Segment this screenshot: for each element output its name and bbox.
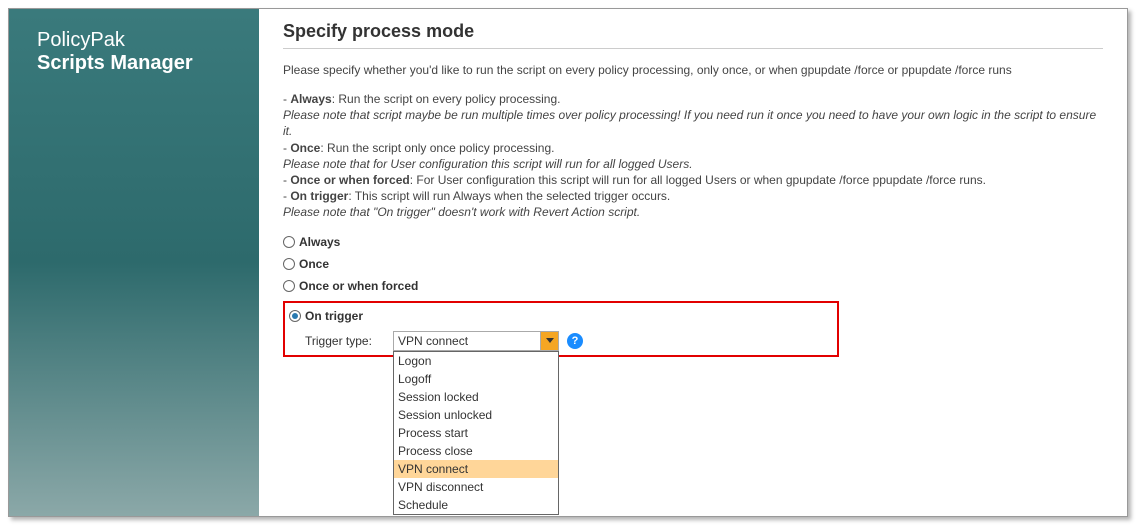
trigger-row: Trigger type: VPN connect ? LogonLogoffS… — [305, 331, 827, 351]
radio-option-once[interactable]: Once — [283, 257, 1103, 271]
radio-option-trigger[interactable]: On trigger — [289, 309, 827, 323]
desc-always-tail: : Run the script on every policy process… — [332, 92, 561, 106]
sidebar: PolicyPak Scripts Manager — [9, 9, 259, 516]
dropdown-item[interactable]: Session unlocked — [394, 406, 558, 424]
radio-option-always[interactable]: Always — [283, 235, 1103, 249]
trigger-dropdown-list: LogonLogoffSession lockedSession unlocke… — [393, 351, 559, 515]
trigger-dropdown-field[interactable]: VPN connect — [393, 331, 541, 351]
product-name-line2: Scripts Manager — [37, 51, 259, 75]
intro-text: Please specify whether you'd like to run… — [283, 63, 1103, 77]
radio-label-forced: Once or when forced — [299, 279, 418, 293]
radio-option-forced[interactable]: Once or when forced — [283, 279, 1103, 293]
desc-trigger-note: Please note that "On trigger" doesn't wo… — [283, 205, 640, 219]
trigger-dropdown[interactable]: VPN connect ? — [393, 331, 583, 351]
highlight-box: On trigger Trigger type: VPN connect ? L… — [283, 301, 839, 357]
dropdown-item[interactable]: Schedule — [394, 496, 558, 514]
radio-icon-selected — [289, 310, 301, 322]
trigger-type-label: Trigger type: — [305, 331, 393, 348]
desc-always-b: Always — [290, 92, 331, 106]
radio-icon — [283, 258, 295, 270]
desc-trigger-b: On trigger — [290, 189, 348, 203]
radio-group: Always Once Once or when forced On trigg… — [283, 235, 1103, 357]
desc-trigger-tail: : This script will run Always when the s… — [348, 189, 670, 203]
trigger-dropdown-button[interactable] — [541, 331, 559, 351]
dropdown-item[interactable]: VPN disconnect — [394, 478, 558, 496]
help-icon[interactable]: ? — [567, 333, 583, 349]
description-block: - Always: Run the script on every policy… — [283, 91, 1103, 221]
dropdown-item[interactable]: Logoff — [394, 370, 558, 388]
dropdown-item[interactable]: VPN connect — [394, 460, 558, 478]
separator — [283, 48, 1103, 49]
main-content: Specify process mode Please specify whet… — [259, 9, 1127, 516]
desc-forced-b: Once or when forced — [290, 173, 409, 187]
dropdown-item[interactable]: Process close — [394, 442, 558, 460]
radio-icon — [283, 280, 295, 292]
dialog-window: PolicyPak Scripts Manager Specify proces… — [8, 8, 1128, 517]
desc-forced-tail: : For User configuration this script wil… — [410, 173, 986, 187]
desc-once-b: Once — [290, 141, 320, 155]
desc-once-tail: : Run the script only once policy proces… — [320, 141, 554, 155]
radio-label-always: Always — [299, 235, 340, 249]
page-title: Specify process mode — [283, 21, 1103, 42]
radio-label-trigger: On trigger — [305, 309, 363, 323]
dropdown-item[interactable]: Logon — [394, 352, 558, 370]
radio-icon — [283, 236, 295, 248]
radio-label-once: Once — [299, 257, 329, 271]
chevron-down-icon — [546, 338, 554, 343]
dropdown-item[interactable]: Process start — [394, 424, 558, 442]
desc-always-note: Please note that script maybe be run mul… — [283, 108, 1096, 138]
product-name-line1: PolicyPak — [37, 29, 259, 51]
dropdown-item[interactable]: Session locked — [394, 388, 558, 406]
trigger-dropdown-wrap: VPN connect ? LogonLogoffSession lockedS… — [393, 331, 583, 351]
desc-once-note: Please note that for User configuration … — [283, 157, 693, 171]
